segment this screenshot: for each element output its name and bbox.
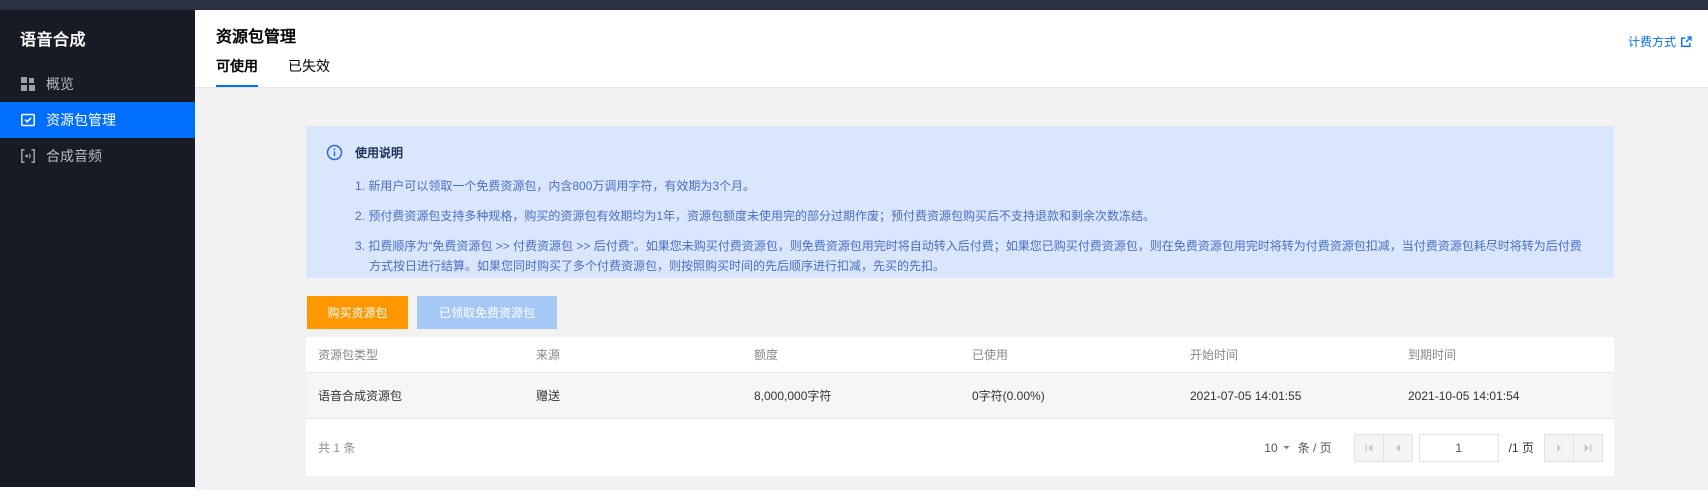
page-number-input[interactable] — [1419, 434, 1499, 462]
last-page-button[interactable] — [1573, 434, 1603, 462]
first-page-button[interactable] — [1354, 434, 1384, 462]
total-pages-label: /1 页 — [1509, 439, 1534, 456]
top-nav-bar — [0, 0, 1708, 10]
column-type: 资源包类型 — [306, 346, 524, 363]
column-source: 来源 — [524, 346, 742, 363]
sidebar-item-resource-packages[interactable]: 资源包管理 — [0, 102, 195, 138]
table-row: 语音合成资源包 赠送 8,000,000字符 0字符(0.00%) 2021-0… — [306, 373, 1614, 419]
prev-page-button[interactable] — [1383, 434, 1413, 462]
info-icon — [326, 144, 343, 161]
cell-source: 赠送 — [524, 387, 742, 404]
total-count-label: 共 1 条 — [318, 439, 355, 456]
sidebar-item-label: 资源包管理 — [46, 110, 116, 130]
page-size-unit: 条 / 页 — [1298, 439, 1332, 456]
tab-bar: 可使用 已失效 — [216, 56, 360, 87]
column-expire-time: 到期时间 — [1396, 346, 1614, 363]
cell-quota: 8,000,000字符 — [742, 387, 960, 404]
column-used: 已使用 — [960, 346, 1178, 363]
notice-list: 1. 新用户可以领取一个免费资源包，内含800万调用字符，有效期为3个月。 2.… — [326, 176, 1586, 276]
resource-package-table: 资源包类型 来源 额度 已使用 开始时间 到期时间 语音合成资源包 赠送 8,0… — [306, 337, 1614, 476]
page-header: 资源包管理 可使用 已失效 计费方式 — [195, 10, 1708, 88]
last-page-icon — [1582, 442, 1594, 454]
package-icon — [20, 112, 36, 128]
sidebar-item-synthesized-audio[interactable]: 合成音频 — [0, 138, 195, 174]
table-header-row: 资源包类型 来源 额度 已使用 开始时间 到期时间 — [306, 337, 1614, 373]
notice-item: 3. 扣费顺序为“免费资源包 >> 付费资源包 >> 后付费”。如果您未购买付费… — [355, 236, 1586, 276]
cell-used: 0字符(0.00%) — [960, 387, 1178, 404]
content-area: 使用说明 1. 新用户可以领取一个免费资源包，内含800万调用字符，有效期为3个… — [195, 88, 1708, 490]
first-page-icon — [1363, 442, 1375, 454]
sidebar-item-label: 合成音频 — [46, 146, 102, 166]
next-page-icon — [1553, 442, 1565, 454]
notice-header: 使用说明 — [326, 144, 1586, 161]
column-quota: 额度 — [742, 346, 960, 363]
table-footer: 共 1 条 10 条 / 页 — [306, 419, 1614, 476]
billing-method-label: 计费方式 — [1628, 33, 1676, 50]
prev-page-icon — [1392, 442, 1404, 454]
buy-resource-package-button[interactable]: 购买资源包 — [307, 296, 408, 329]
next-page-button[interactable] — [1544, 434, 1574, 462]
usage-notice-banner: 使用说明 1. 新用户可以领取一个免费资源包，内含800万调用字符，有效期为3个… — [306, 126, 1614, 278]
cell-start-time: 2021-07-05 14:01:55 — [1178, 389, 1396, 403]
audio-icon — [20, 148, 36, 164]
free-package-claimed-button[interactable]: 已领取免费资源包 — [417, 296, 557, 329]
page-size-select[interactable]: 10 条 / 页 — [1264, 439, 1331, 456]
speech-synthesis-console: 语音合成 概览 资源包管理 合成音频 资源包管理 可使用 已失效 — [0, 0, 1708, 497]
sidebar: 语音合成 概览 资源包管理 合成音频 — [0, 10, 195, 487]
sidebar-item-label: 概览 — [46, 74, 74, 94]
pagination-controls: 10 条 / 页 /1 页 — [1264, 434, 1603, 462]
tab-expired[interactable]: 已失效 — [288, 56, 330, 87]
cell-expire-time: 2021-10-05 14:01:54 — [1396, 389, 1614, 403]
notice-item: 1. 新用户可以领取一个免费资源包，内含800万调用字符，有效期为3个月。 — [355, 176, 1586, 196]
notice-title: 使用说明 — [355, 144, 403, 161]
column-start-time: 开始时间 — [1178, 346, 1396, 363]
sidebar-product-title: 语音合成 — [0, 10, 195, 66]
chevron-down-icon — [1282, 443, 1291, 452]
external-link-icon — [1680, 36, 1692, 48]
billing-method-link[interactable]: 计费方式 — [1628, 33, 1692, 50]
pager: /1 页 — [1354, 434, 1603, 462]
tab-available[interactable]: 可使用 — [216, 56, 258, 87]
grid-icon — [20, 76, 36, 92]
page-title: 资源包管理 — [216, 23, 296, 47]
page-size-value: 10 — [1264, 441, 1277, 455]
notice-item: 2. 预付费资源包支持多种规格，购买的资源包有效期均为1年，资源包额度未使用完的… — [355, 206, 1586, 226]
sidebar-item-overview[interactable]: 概览 — [0, 66, 195, 102]
cell-package-type: 语音合成资源包 — [306, 387, 524, 404]
